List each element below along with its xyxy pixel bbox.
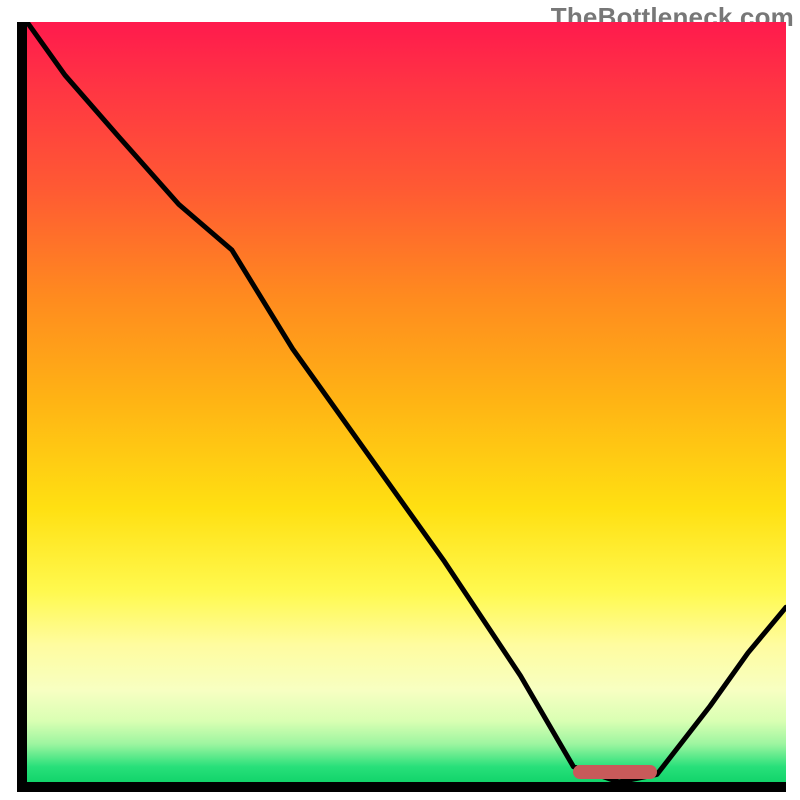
bottleneck-curve bbox=[27, 22, 786, 782]
plot-area bbox=[17, 22, 786, 792]
chart-frame: TheBottleneck.com bbox=[0, 0, 800, 800]
optimum-range-marker bbox=[573, 765, 656, 779]
